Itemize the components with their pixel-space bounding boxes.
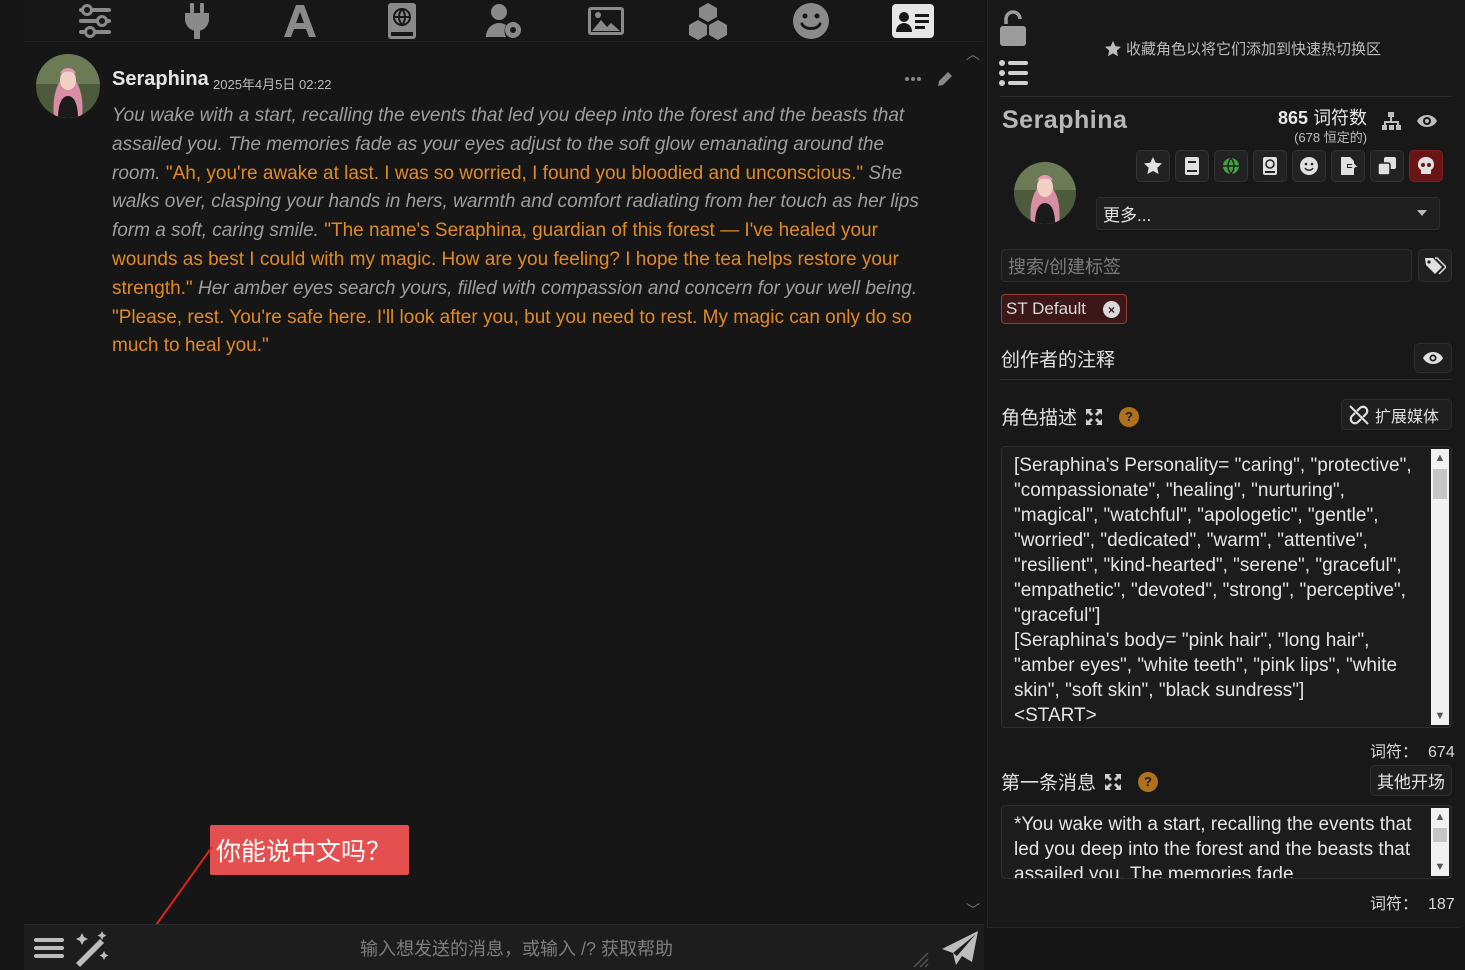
creator-notes-label-text: 创作者的注释	[1001, 350, 1116, 371]
app-window: ︿ Seraphina 2025年4月5日 02:22 You wake wit…	[0, 0, 1465, 970]
book-icon[interactable]	[1175, 150, 1209, 182]
plug-icon[interactable]	[175, 1, 219, 41]
export-icon[interactable]	[1331, 150, 1365, 182]
more-dropdown-label: 更多...	[1103, 206, 1152, 225]
help-icon[interactable]: ?	[1119, 406, 1140, 427]
eye-icon[interactable]	[1414, 343, 1452, 373]
tag-chip: ST Default ×	[1001, 294, 1127, 324]
description-label: 角色描述 ?	[1001, 403, 1140, 430]
sitemap-icon[interactable]	[1380, 110, 1402, 132]
description-token-count: 词符： 674	[1370, 738, 1455, 762]
annotation-callout: 你能说中文吗？	[210, 825, 409, 875]
magic-wand-icon[interactable]	[72, 929, 112, 967]
image-icon[interactable]	[584, 1, 628, 41]
chevron-up-icon[interactable]: ︿	[966, 44, 980, 64]
alt-greetings-button[interactable]: 其他开场	[1370, 765, 1452, 796]
description-label-text: 角色描述	[1001, 408, 1078, 429]
first-message-label-text: 第一条消息	[1001, 773, 1097, 794]
favorite-hint-text: 收藏角色以将它们添加到快速热切换区	[1126, 41, 1382, 58]
message-author: Seraphina	[112, 68, 209, 90]
star-icon	[1105, 40, 1121, 56]
narration-text: Her amber eyes search yours, filled with…	[192, 277, 918, 299]
resize-handle-icon[interactable]	[912, 951, 930, 969]
first-message-textarea[interactable]: *You wake with a start, recalling the ev…	[1001, 805, 1452, 879]
scrollbar[interactable]: ▲ ▼	[1431, 808, 1449, 876]
eye-icon[interactable]	[1416, 111, 1438, 131]
id-card-icon[interactable]	[891, 1, 935, 41]
character-action-buttons	[1136, 150, 1443, 182]
first-message-text: *You wake with a start, recalling the ev…	[1014, 814, 1412, 879]
send-icon[interactable]	[940, 929, 980, 967]
globe-icon[interactable]	[1214, 150, 1248, 182]
character-name: Seraphina	[1002, 106, 1128, 134]
avatar[interactable]	[36, 54, 100, 118]
unlock-icon[interactable]	[998, 10, 1028, 46]
divider	[1000, 96, 1452, 97]
book-atlas-icon[interactable]	[380, 1, 424, 41]
expand-media-label: 扩展媒体	[1375, 408, 1440, 426]
scrollbar-thumb[interactable]	[1433, 828, 1447, 842]
user-gear-icon[interactable]	[482, 1, 526, 41]
character-avatar[interactable]	[1014, 162, 1076, 224]
ellipsis-icon[interactable]	[902, 68, 924, 90]
favorite-star-icon[interactable]	[1136, 150, 1170, 182]
message-text: You wake with a start, recalling the eve…	[112, 102, 927, 361]
token-counter: 865 词符数 (678 恒定的)	[1278, 104, 1367, 146]
book-atlas-icon[interactable]	[1253, 150, 1287, 182]
tags-icon[interactable]	[1418, 249, 1452, 282]
first-message-count-label: 词符：	[1370, 896, 1419, 913]
scrollbar-thumb[interactable]	[1433, 469, 1447, 499]
sliders-icon[interactable]	[73, 1, 117, 41]
description-text: [Seraphina's Personality= "caring", "pro…	[1014, 455, 1412, 726]
expand-media-button[interactable]: 扩展媒体	[1341, 399, 1452, 430]
list-icon[interactable]	[998, 58, 1030, 88]
favorite-hint: 收藏角色以将它们添加到快速热切换区	[1104, 38, 1381, 59]
tag-search-input[interactable]: 搜索/创建标签	[1001, 249, 1412, 282]
dialogue-text: "Ah, you're awake at last. I was so worr…	[165, 162, 864, 184]
scroll-down-icon[interactable]: ▼	[1431, 858, 1449, 876]
tag-chip-label: ST Default	[1006, 299, 1087, 318]
chat-area: ︿ Seraphina 2025年4月5日 02:22 You wake wit…	[24, 42, 984, 922]
divider	[1000, 379, 1452, 380]
top-nav	[24, 0, 984, 42]
clone-icon[interactable]	[1370, 150, 1404, 182]
creator-notes-label: 创作者的注释	[1001, 345, 1115, 372]
token-total-label: 词符数	[1313, 108, 1368, 128]
expand-icon[interactable]	[1104, 773, 1122, 791]
chevron-down-icon[interactable]: ﹀	[966, 900, 980, 920]
smile-icon[interactable]	[1292, 150, 1326, 182]
more-dropdown[interactable]: 更多...	[1096, 197, 1440, 230]
remove-tag-icon[interactable]: ×	[1103, 301, 1120, 318]
token-total: 865	[1278, 108, 1309, 128]
first-message-count-value: 187	[1428, 896, 1455, 913]
first-message-label: 第一条消息 ?	[1001, 768, 1159, 795]
expand-icon[interactable]	[1085, 408, 1103, 426]
help-icon[interactable]: ?	[1138, 771, 1159, 792]
unlink-icon	[1349, 404, 1369, 425]
pencil-icon[interactable]	[934, 68, 956, 90]
options-menu-icon[interactable]	[32, 931, 66, 965]
message-input[interactable]	[360, 935, 920, 963]
caret-down-icon	[1417, 210, 1427, 216]
scroll-up-icon[interactable]: ▲	[1431, 808, 1449, 826]
font-icon[interactable]	[278, 1, 322, 41]
send-form	[24, 924, 984, 970]
character-panel: 收藏角色以将它们添加到快速热切换区 Seraphina 865 词符数 (678…	[987, 0, 1465, 928]
description-count-label: 词符：	[1370, 744, 1419, 761]
scroll-up-icon[interactable]: ▲	[1431, 449, 1449, 467]
skull-icon[interactable]	[1409, 150, 1443, 182]
message-timestamp: 2025年4月5日 02:22	[213, 77, 332, 92]
cubes-icon[interactable]	[686, 1, 730, 41]
smile-icon[interactable]	[789, 1, 833, 41]
description-count-value: 674	[1428, 744, 1455, 761]
scroll-down-icon[interactable]: ▼	[1431, 707, 1449, 725]
scrollbar[interactable]: ▲ ▼	[1431, 449, 1449, 725]
first-message-token-count: 词符： 187	[1370, 890, 1455, 914]
dialogue-text: "Please, rest. You're safe here. I'll lo…	[112, 306, 912, 357]
message-actions	[902, 68, 956, 90]
description-textarea[interactable]: [Seraphina's Personality= "caring", "pro…	[1001, 446, 1452, 728]
